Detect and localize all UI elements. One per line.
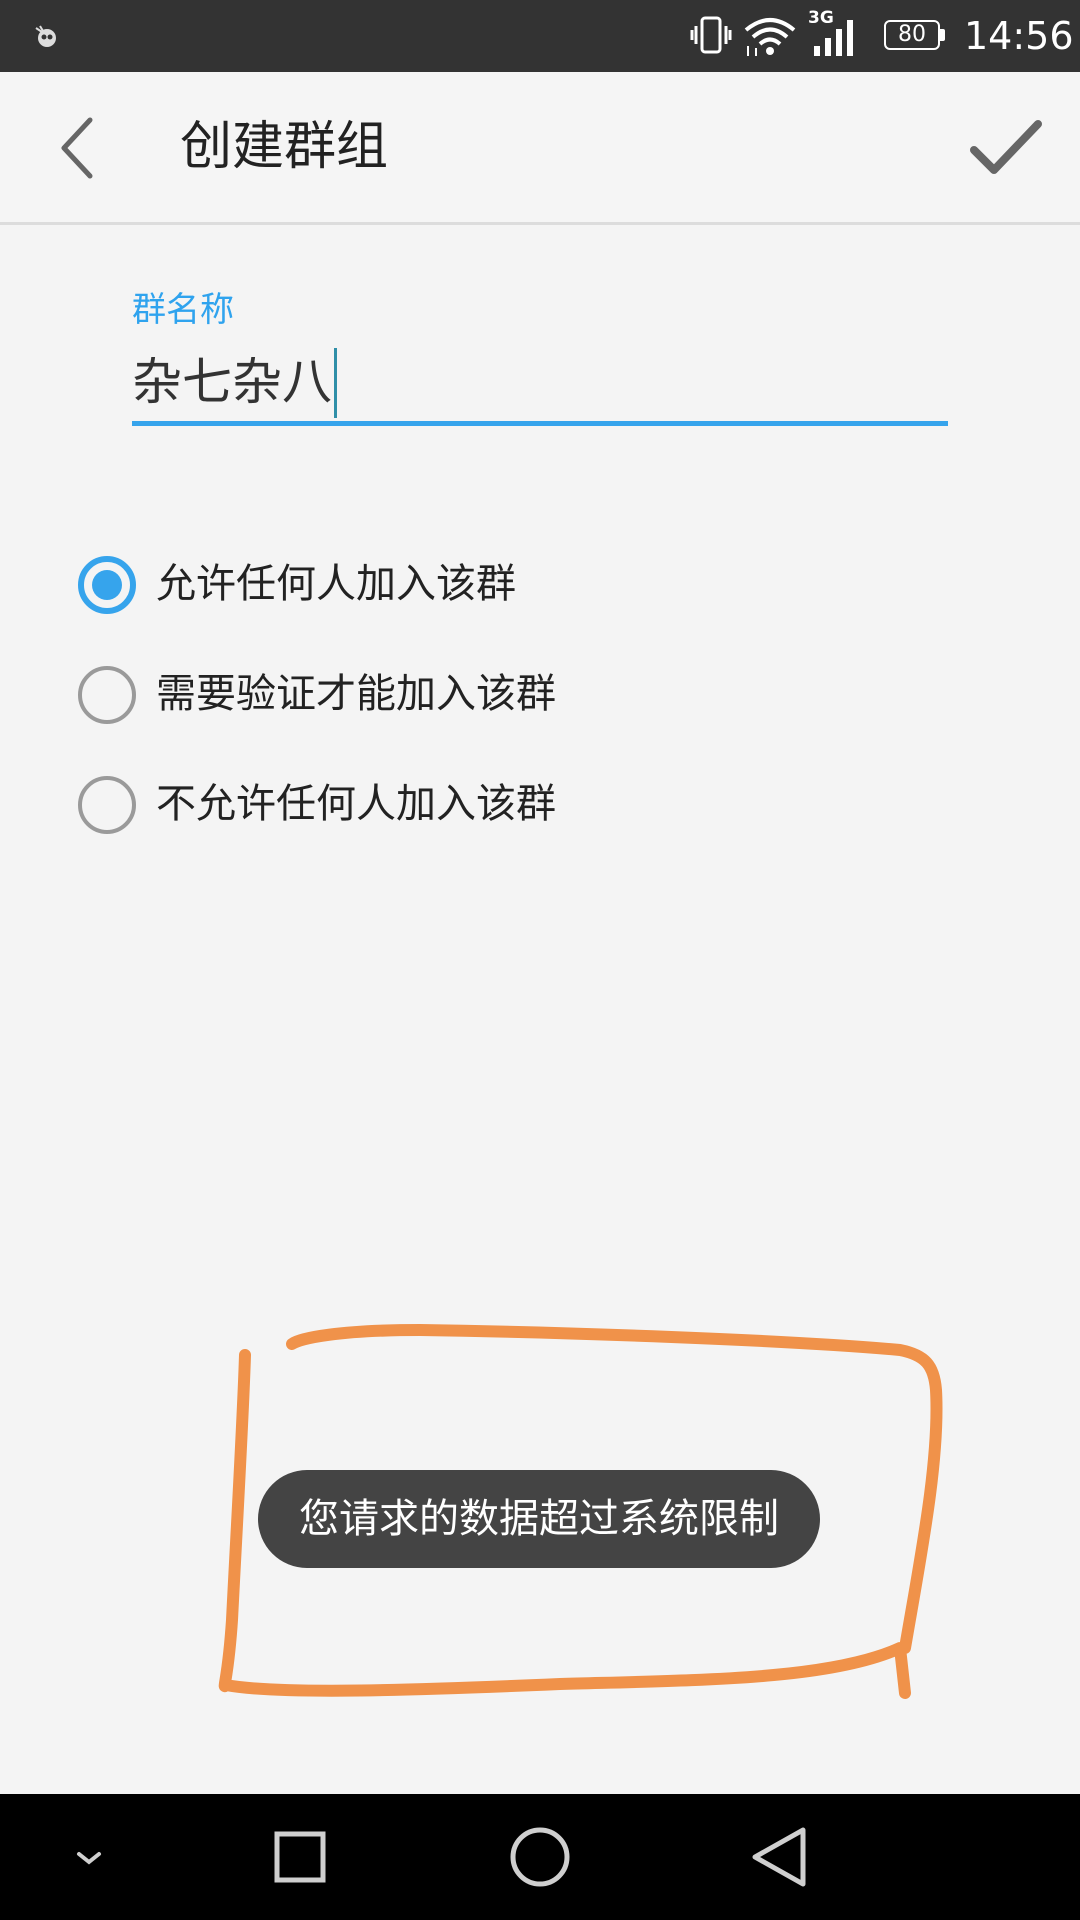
- option-label: 需要验证才能加入该群: [156, 671, 556, 717]
- option-allow-anyone[interactable]: 允许任何人加入该群: [78, 540, 778, 620]
- page-title: 创建群组: [180, 117, 389, 177]
- home-circle-icon[interactable]: [495, 1816, 585, 1898]
- wifi-icon: [744, 18, 796, 56]
- signal-icon: [814, 20, 853, 56]
- back-triangle-icon[interactable]: [735, 1816, 825, 1898]
- option-label: 不允许任何人加入该群: [156, 781, 556, 827]
- app-notification-icon: [35, 25, 56, 47]
- option-label: 允许任何人加入该群: [156, 561, 516, 607]
- group-name-value: 杂七杂八: [132, 353, 332, 411]
- confirm-button[interactable]: [966, 110, 1046, 186]
- clock: 14:56: [964, 14, 1074, 58]
- checkmark-icon: [970, 120, 1042, 174]
- radio-button-selected[interactable]: [78, 556, 136, 614]
- toast-message: 您请求的数据超过系统限制: [258, 1470, 820, 1568]
- group-name-label: 群名称: [132, 290, 234, 330]
- chevron-left-icon: [61, 117, 93, 179]
- option-allow-nobody[interactable]: 不允许任何人加入该群: [78, 760, 778, 840]
- battery-level: 80: [884, 20, 940, 50]
- group-name-input[interactable]: 杂七杂八: [132, 340, 948, 426]
- battery-icon: 80: [884, 20, 948, 52]
- status-bar: 3G 80 14:56: [0, 0, 1080, 72]
- radio-button[interactable]: [78, 776, 136, 834]
- vibrate-icon: [690, 16, 732, 54]
- option-require-verification[interactable]: 需要验证才能加入该群: [78, 650, 778, 730]
- navigation-bar: [0, 1794, 1080, 1920]
- radio-button[interactable]: [78, 666, 136, 724]
- hide-nav-icon[interactable]: [44, 1816, 134, 1898]
- recents-square-icon[interactable]: [255, 1816, 345, 1898]
- text-caret: [334, 348, 337, 418]
- back-button[interactable]: [50, 110, 120, 186]
- toolbar: 创建群组: [0, 72, 1080, 225]
